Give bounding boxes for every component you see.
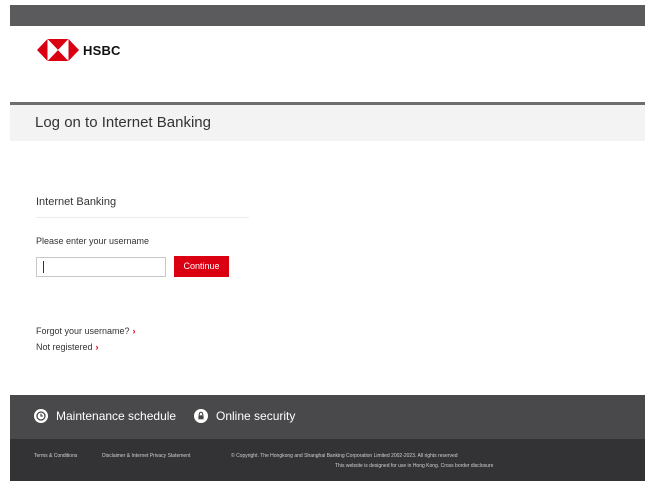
maintenance-schedule-link[interactable]: Maintenance schedule [34,409,176,423]
maintenance-schedule-label: Maintenance schedule [56,409,177,423]
online-security-link[interactable]: Online security [194,409,295,423]
text-cursor [43,261,44,273]
brand-name: HSBC [83,42,121,58]
copyright-text: © Copyright. The Hongkong and Shanghai B… [231,453,458,459]
not-registered-link[interactable]: Not registered › [36,342,99,352]
header: HSBC [10,26,645,102]
top-bar [10,5,645,26]
hsbc-logo[interactable]: HSBC [37,39,121,61]
username-input[interactable] [36,257,166,277]
forgot-username-label: Forgot your username? [36,326,130,336]
forgot-username-link[interactable]: Forgot your username? › [36,326,136,336]
not-registered-label: Not registered [36,342,93,352]
section-divider [36,217,249,218]
terms-link[interactable]: Terms & Conditions [34,453,77,459]
chevron-right-icon: › [132,326,136,336]
footer-bottom: Terms & Conditions Disclaimer & Internet… [10,439,645,481]
usage-note: This website is designed for use in Hong… [335,463,494,469]
page-title: Log on to Internet Banking [35,114,211,131]
username-prompt: Please enter your username [36,236,150,246]
chevron-right-icon: › [95,342,99,352]
disclaimer-link[interactable]: Disclaimer & Internet Privacy Statement [102,453,190,459]
section-title: Internet Banking [36,196,117,208]
clock-icon [34,409,48,423]
page: HSBC Log on to Internet Banking Internet… [10,5,645,481]
continue-button[interactable]: Continue [174,256,229,277]
footer-top: Maintenance schedule Online security [10,395,645,439]
online-security-label: Online security [216,409,296,423]
title-bar: Log on to Internet Banking [10,105,645,141]
hsbc-hexagon-icon [37,39,79,61]
lock-icon [194,409,208,423]
